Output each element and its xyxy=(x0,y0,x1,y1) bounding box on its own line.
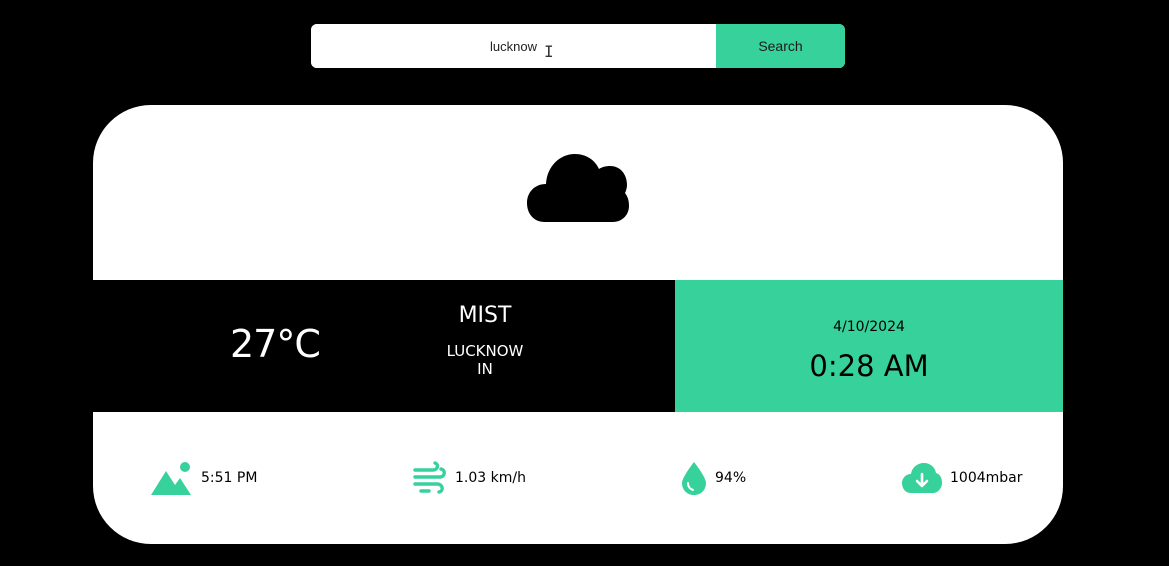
mountain-sun-icon xyxy=(151,462,191,495)
cloud-download-icon xyxy=(902,463,942,493)
cloud-icon xyxy=(527,154,629,222)
country-code: IN xyxy=(477,360,493,378)
weather-card: 27°C MIST LUCKNOW IN 4/10/2024 0:28 AM 5… xyxy=(93,105,1063,544)
date: 4/10/2024 xyxy=(833,319,905,335)
sunset-time: 5:51 PM xyxy=(201,470,258,486)
stat-sunset: 5:51 PM xyxy=(151,460,257,496)
stat-wind: 1.03 km/h xyxy=(413,460,526,496)
weather-condition: MIST xyxy=(458,303,512,328)
search-bar: Search xyxy=(311,24,845,68)
pressure-value: 1004mbar xyxy=(950,470,1023,486)
temperature: 27°C xyxy=(230,322,321,366)
humidity-value: 94% xyxy=(715,470,747,486)
wind-speed: 1.03 km/h xyxy=(455,470,526,486)
weather-panel: 27°C MIST LUCKNOW IN xyxy=(93,280,675,412)
stat-humidity: 94% xyxy=(681,460,746,496)
time: 0:28 AM xyxy=(809,349,929,383)
weather-icon-area xyxy=(93,105,1063,280)
wind-icon xyxy=(413,461,446,494)
weather-summary: 27°C MIST LUCKNOW IN 4/10/2024 0:28 AM xyxy=(93,280,1063,412)
search-input[interactable] xyxy=(311,24,716,68)
droplet-icon xyxy=(682,462,706,495)
location: LUCKNOW IN xyxy=(435,342,535,378)
city-name: LUCKNOW xyxy=(446,342,524,360)
search-button[interactable]: Search xyxy=(716,24,845,68)
weather-app: Search I 27°C MIST LUCKNOW IN 4/10/2024 … xyxy=(0,0,1169,566)
weather-stats: 5:51 PM 1.03 km/h 94% 1004mbar xyxy=(93,412,1063,544)
datetime-panel: 4/10/2024 0:28 AM xyxy=(675,280,1063,412)
stat-pressure: 1004mbar xyxy=(902,460,1023,496)
